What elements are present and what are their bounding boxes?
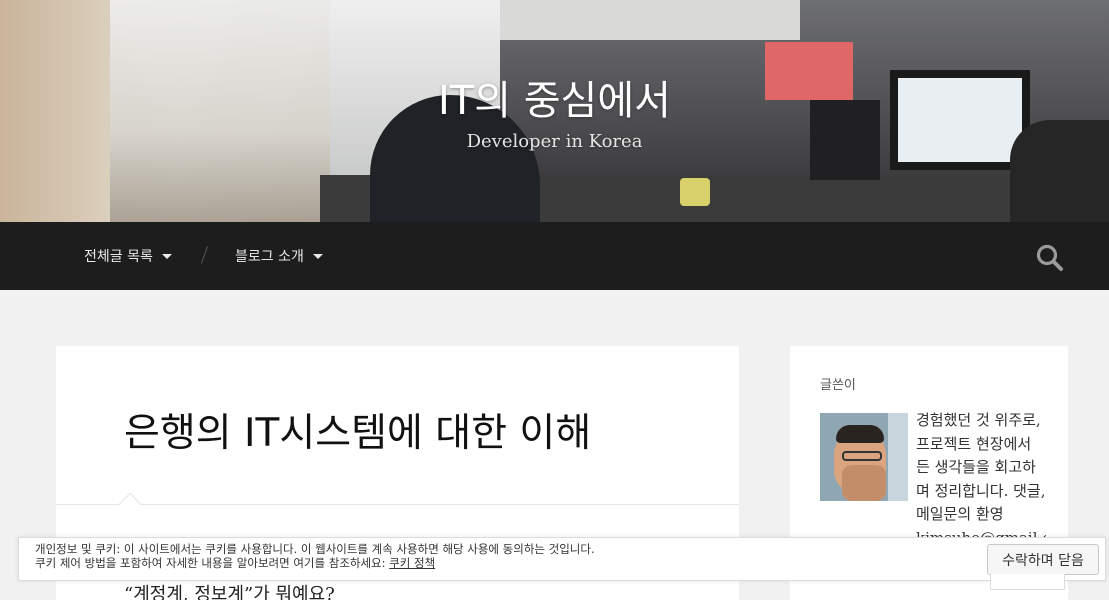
site-description: Developer in Korea [466,131,643,152]
nav-item-blog-about[interactable]: 블로그 소개 [235,222,323,290]
widget-title: 글쓴이 [820,378,856,393]
header-photo-ceiling [500,0,800,40]
cookie-text-line1: 개인정보 및 쿠키: 이 사이트에서는 쿠키를 사용합니다. 이 웹사이트를 계… [35,542,595,556]
accept-close-button[interactable]: 수락하며 닫음 [987,544,1099,575]
chevron-down-icon [161,253,172,259]
cookie-text: 개인정보 및 쿠키: 이 사이트에서는 쿠키를 사용합니다. 이 웹사이트를 계… [35,542,975,571]
cookie-text-line2: 쿠키 제어 방법을 포함하여 자세한 내용을 알아보려면 여기를 참조하세요: … [35,555,975,571]
nav-item-label: 전체글 목록 [84,249,153,265]
avatar [820,413,908,501]
nav-item-all-posts[interactable]: 전체글 목록 [84,222,172,290]
post-title[interactable]: 은행의 IT시스템에 대한 이해 [124,402,591,458]
chevron-down-icon [312,253,323,259]
site-header: IT의 중심에서 Developer in Korea [0,0,1109,222]
floating-button[interactable] [990,574,1065,590]
search-icon [1036,244,1063,271]
cookie-banner: 개인정보 및 쿠키: 이 사이트에서는 쿠키를 사용합니다. 이 웹사이트를 계… [18,537,1106,581]
post-divider-notch [118,492,142,516]
post-quote: “계정계, 정보계”가 뭐예요? [124,584,335,600]
header-photo-cup [680,178,710,206]
site-title[interactable]: IT의 중심에서 [0,68,1109,126]
nav-item-label: 블로그 소개 [235,249,304,265]
cookie-policy-link[interactable]: 쿠키 정책 [389,556,435,570]
cookie-text-line2-prefix: 쿠키 제어 방법을 포함하여 자세한 내용을 알아보려면 여기를 참조하세요: [35,555,390,570]
post-divider [56,504,739,505]
main-navigation: 전체글 목록 블로그 소개 [0,222,1109,290]
search-button[interactable] [1035,243,1065,273]
